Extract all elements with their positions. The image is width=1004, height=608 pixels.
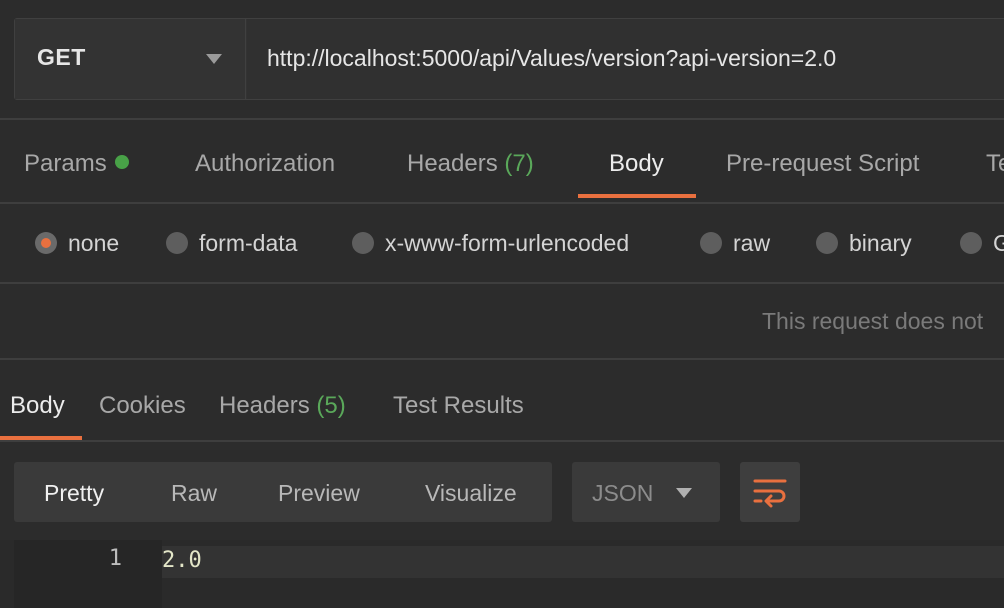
radio-none[interactable] <box>35 232 57 254</box>
params-active-dot <box>114 155 129 169</box>
tab-label: Headers <box>219 392 310 419</box>
tab-label: Pre-request Script <box>726 150 920 177</box>
chevron-down-icon <box>206 54 222 64</box>
response-tab-test-results[interactable]: Test Results <box>393 392 524 420</box>
tab-params[interactable]: Params <box>24 150 129 178</box>
response-body-editor[interactable]: 1 2.0 <box>0 540 1004 608</box>
radio-label: raw <box>733 230 771 256</box>
tab-label: Test Results <box>393 392 524 419</box>
radio-graphql[interactable] <box>960 232 982 254</box>
format-select[interactable]: JSON <box>572 462 720 522</box>
line-number: 1 <box>108 546 122 571</box>
body-type-options: none form-data x-www-form-urlencoded raw… <box>0 204 1004 282</box>
code-line: 2.0 <box>162 546 1004 578</box>
radio-label: x-www-form-urlencoded <box>385 230 630 256</box>
radio-form-data[interactable] <box>166 232 188 254</box>
tab-pre-request-script[interactable]: Pre-request Script <box>726 150 919 178</box>
tab-label: Te <box>986 150 1004 177</box>
code-line-text: 2.0 <box>162 548 202 573</box>
request-tabs: Params Authorization Headers (7) Body Pr… <box>0 120 1004 202</box>
no-body-message: This request does not <box>762 308 984 334</box>
request-bar: GET http://localhost:5000/api/Values/ver… <box>14 18 1004 100</box>
tab-label: Body <box>609 150 664 177</box>
active-tab-underline <box>578 194 696 198</box>
mode-raw[interactable]: Raw <box>171 480 217 507</box>
response-tab-cookies[interactable]: Cookies <box>99 392 186 420</box>
radio-raw[interactable] <box>700 232 722 254</box>
tab-label: Cookies <box>99 392 186 419</box>
line-number-gutter: 1 <box>14 540 162 608</box>
wrap-lines-button[interactable] <box>740 462 800 522</box>
wrap-lines-icon <box>753 479 787 508</box>
headers-count: (7) <box>504 150 534 177</box>
url-text: http://localhost:5000/api/Values/version… <box>267 45 837 71</box>
mode-visualize[interactable]: Visualize <box>425 480 517 507</box>
tab-tests[interactable]: Te <box>986 150 1004 178</box>
radio-label: none <box>68 230 120 256</box>
tab-headers[interactable]: Headers (7) <box>407 150 534 178</box>
divider <box>0 440 1004 442</box>
radio-label: G <box>993 230 1004 256</box>
response-tab-headers[interactable]: Headers (5) <box>219 392 346 420</box>
format-label: JSON <box>592 480 654 506</box>
radio-label: binary <box>849 230 912 256</box>
response-tab-body[interactable]: Body <box>10 392 65 420</box>
url-input[interactable]: http://localhost:5000/api/Values/version… <box>247 19 1004 99</box>
postman-request-view: GET http://localhost:5000/api/Values/ver… <box>0 0 1004 608</box>
tab-label: Authorization <box>195 150 336 177</box>
tab-label: Headers <box>407 150 498 177</box>
tab-body[interactable]: Body <box>609 150 664 178</box>
radio-x-www-form-urlencoded[interactable] <box>352 232 374 254</box>
radio-binary[interactable] <box>816 232 838 254</box>
tab-authorization[interactable]: Authorization <box>195 150 335 178</box>
no-body-panel: This request does not <box>0 284 1004 358</box>
tab-label: Body <box>10 392 65 419</box>
view-mode-group: Pretty Raw Preview Visualize <box>14 462 552 522</box>
method-label: GET <box>37 44 86 70</box>
tab-label: Params <box>24 150 107 177</box>
radio-label: form-data <box>199 230 298 256</box>
response-headers-count: (5) <box>316 392 346 419</box>
method-select[interactable]: GET <box>15 19 246 99</box>
mode-pretty[interactable]: Pretty <box>44 480 104 507</box>
response-tabs: Body Cookies Headers (5) Test Results <box>0 360 1004 440</box>
mode-preview[interactable]: Preview <box>278 480 360 507</box>
chevron-down-icon <box>676 488 692 498</box>
